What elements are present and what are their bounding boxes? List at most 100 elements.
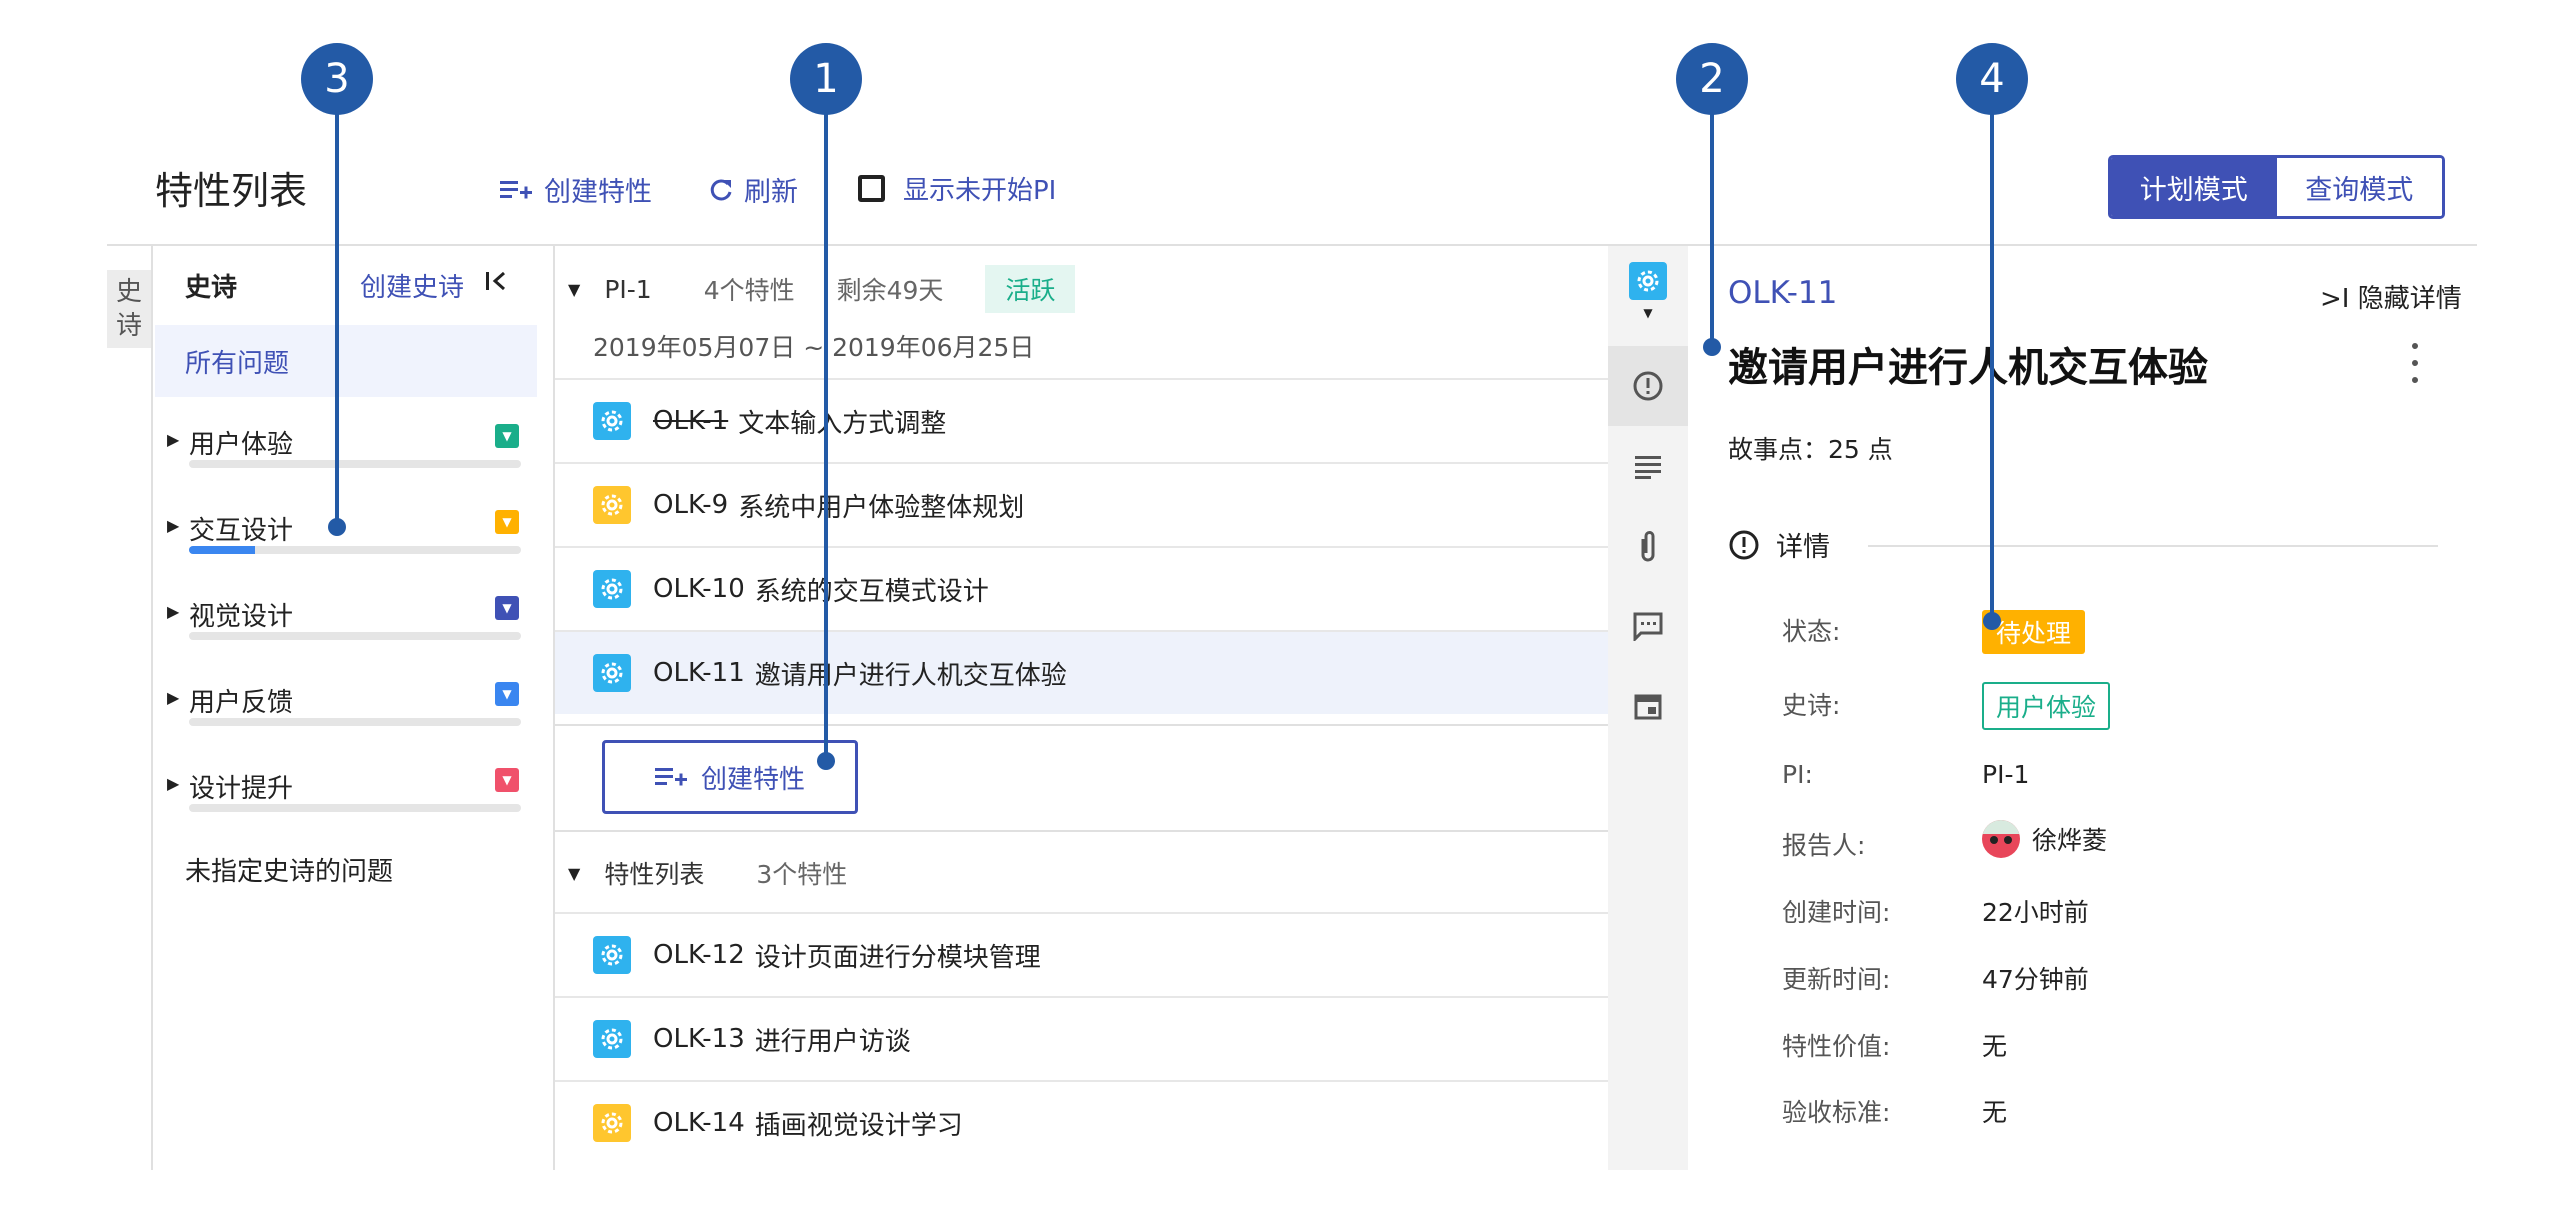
- feature-row[interactable]: OLK-1 文本输入方式调整: [555, 378, 1610, 462]
- feature-key: OLK-10: [653, 574, 745, 604]
- updated-label: 更新时间:: [1782, 965, 1891, 994]
- epic-heading: 史诗: [185, 273, 238, 303]
- feature-gear-icon: [593, 486, 631, 524]
- attachment-icon[interactable]: [1608, 506, 1688, 586]
- feature-row[interactable]: OLK-13 进行用户访谈: [555, 996, 1610, 1080]
- query-mode-button[interactable]: 查询模式: [2276, 158, 2442, 216]
- feature-type-dropdown[interactable]: ▼: [1608, 246, 1688, 336]
- callout-line: [824, 80, 828, 760]
- callout-line: [335, 80, 339, 526]
- feature-title: 设计页面进行分模块管理: [754, 942, 1041, 973]
- epic-color-chevron-icon[interactable]: ▼: [495, 682, 519, 706]
- details-section-title: 详情: [1776, 532, 1830, 563]
- callout-dot: [817, 752, 835, 770]
- detail-issue-key[interactable]: OLK-11: [1728, 275, 1837, 311]
- create-feature-label: 创建特性: [544, 177, 652, 208]
- epic-color-chevron-icon[interactable]: ▼: [495, 596, 519, 620]
- feature-row[interactable]: OLK-14 插画视觉设计学习: [555, 1080, 1610, 1164]
- acceptance-label: 验收标准:: [1782, 1098, 1891, 1127]
- backlog-name: 特性列表: [604, 860, 705, 889]
- row-divider: [555, 724, 1608, 726]
- pi-label: PI:: [1782, 760, 1813, 789]
- caret-down-icon[interactable]: ▼: [568, 280, 580, 299]
- feature-value-value[interactable]: 无: [1982, 1027, 2007, 1063]
- caret-down-icon: ▼: [1643, 306, 1653, 320]
- avatar: [1982, 820, 2020, 858]
- created-label: 创建时间:: [1782, 898, 1891, 927]
- feature-gear-icon: [593, 570, 631, 608]
- mode-switch: 计划模式 查询模式: [2108, 155, 2445, 219]
- epic-item[interactable]: ▶ 用户体验 ▼: [155, 424, 537, 494]
- epic-progress-bar: [189, 718, 521, 726]
- collapse-left-icon[interactable]: [484, 268, 510, 298]
- story-points[interactable]: 故事点：25 点: [1728, 430, 1893, 466]
- hide-details-button[interactable]: >I 隐藏详情: [2320, 278, 2462, 315]
- refresh-label: 刷新: [744, 177, 798, 208]
- callout-dot: [1983, 612, 2001, 630]
- acceptance-value[interactable]: 无: [1982, 1093, 2007, 1129]
- no-epic-issues-item[interactable]: 未指定史诗的问题: [185, 851, 393, 888]
- feature-title: 系统的交互模式设计: [754, 576, 989, 607]
- create-feature-header-button[interactable]: 创建特性: [500, 170, 652, 209]
- reporter-name: 徐烨菱: [2032, 826, 2108, 855]
- plan-mode-button[interactable]: 计划模式: [2111, 158, 2277, 216]
- epic-color-chevron-icon[interactable]: ▼: [495, 768, 519, 792]
- epic-item[interactable]: ▶ 视觉设计 ▼: [155, 596, 537, 666]
- epic-color-chevron-icon[interactable]: ▼: [495, 424, 519, 448]
- callout-line: [1990, 80, 1994, 620]
- pi-value[interactable]: PI-1: [1982, 760, 2029, 789]
- refresh-button[interactable]: 刷新: [708, 170, 798, 209]
- feature-key: OLK-1: [653, 406, 729, 436]
- detail-tab-strip: ▼: [1608, 246, 1688, 1170]
- detail-title[interactable]: 邀请用户进行人机交互体验: [1728, 335, 2208, 393]
- playlist-add-icon: [500, 180, 532, 198]
- create-feature-button-label: 创建特性: [700, 764, 805, 795]
- calendar-icon[interactable]: [1608, 666, 1688, 746]
- epic-name: 视觉设计: [189, 602, 294, 632]
- pi-date-range: 2019年05月07日 ~ 2019年06月25日: [593, 333, 1035, 362]
- reporter-field[interactable]: 徐烨菱: [1982, 820, 2107, 858]
- feature-title: 进行用户访谈: [754, 1026, 911, 1057]
- create-epic-link[interactable]: 创建史诗: [360, 267, 464, 304]
- epic-item[interactable]: ▶ 用户反馈 ▼: [155, 682, 537, 752]
- epic-color-chevron-icon[interactable]: ▼: [495, 510, 519, 534]
- feature-key: OLK-9: [653, 490, 729, 520]
- epic-vertical-tab[interactable]: 史 诗: [107, 270, 151, 348]
- comment-icon[interactable]: [1608, 586, 1688, 666]
- create-feature-button[interactable]: 创建特性: [602, 740, 858, 814]
- caret-down-icon[interactable]: ▼: [568, 864, 580, 883]
- description-icon[interactable]: [1608, 426, 1688, 506]
- pi-header[interactable]: ▼ PI-1 4个特性 剩余49天 活跃: [568, 265, 1076, 313]
- feature-row[interactable]: OLK-9 系统中用户体验整体规划: [555, 462, 1610, 546]
- epic-item[interactable]: ▶ 设计提升 ▼: [155, 768, 537, 838]
- epic-name: 用户反馈: [189, 688, 294, 718]
- checkbox[interactable]: [858, 175, 885, 202]
- backlog-header[interactable]: ▼ 特性列表 3个特性: [568, 855, 847, 891]
- epic-badge[interactable]: 用户体验: [1982, 682, 2111, 730]
- epic-name: 交互设计: [189, 516, 294, 546]
- feature-title: 文本输入方式调整: [738, 408, 947, 439]
- feature-row[interactable]: OLK-10 系统的交互模式设计: [555, 546, 1610, 630]
- details-section-header: 详情: [1728, 525, 1830, 564]
- callout-1: 1: [790, 43, 862, 115]
- more-options-icon[interactable]: [2405, 343, 2425, 383]
- pi-feature-count: 4个特性: [703, 276, 795, 305]
- epic-name: 用户体验: [189, 430, 294, 460]
- feature-row-selected[interactable]: OLK-11 邀请用户进行人机交互体验: [555, 630, 1610, 714]
- feature-value-label: 特性价值:: [1782, 1032, 1891, 1061]
- all-issues-item[interactable]: 所有问题: [155, 325, 537, 397]
- detail-info-icon[interactable]: [1608, 346, 1688, 426]
- feature-gear-icon: [593, 936, 631, 974]
- caret-right-icon: ▶: [167, 688, 180, 707]
- epic-progress-bar: [189, 546, 521, 554]
- backlog-count: 3个特性: [756, 860, 848, 889]
- reporter-label: 报告人:: [1782, 831, 1866, 860]
- show-unstarted-pi-toggle[interactable]: 显示未开始PI: [858, 170, 1056, 207]
- epic-item[interactable]: ▶ 交互设计 ▼: [155, 510, 537, 580]
- feature-title: 系统中用户体验整体规划: [738, 492, 1025, 523]
- refresh-icon: [710, 178, 732, 200]
- callout-dot: [1703, 338, 1721, 356]
- feature-row[interactable]: OLK-12 设计页面进行分模块管理: [555, 912, 1610, 996]
- pi-remaining-days: 剩余49天: [836, 276, 944, 305]
- playlist-add-icon: [654, 768, 687, 786]
